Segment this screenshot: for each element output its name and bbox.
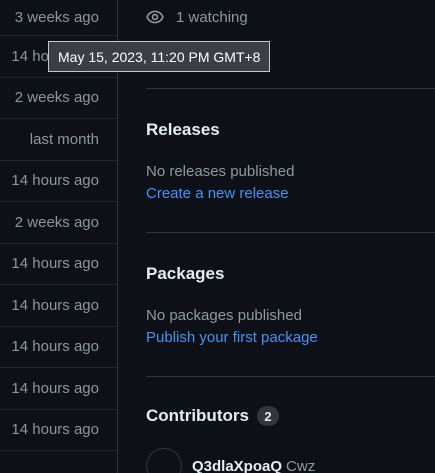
repo-page: 3 weeks ago 14 hours ago 2 weeks ago las… [0,0,435,473]
commit-time[interactable]: 14 hours ago [0,161,117,202]
commit-time-label: 14 hours ago [11,172,99,190]
avatar[interactable] [146,448,182,473]
contributor-item[interactable]: Q3dlaXpoaQ Cwz [146,448,315,473]
no-releases-text: No releases published [146,163,295,180]
commit-time-label: 14 hours ago [11,296,99,314]
releases-heading[interactable]: Releases [146,120,220,140]
contributors-heading[interactable]: Contributors 2 [146,406,279,426]
no-packages-text: No packages published [146,307,302,324]
commit-time[interactable]: 14 hours ago [0,244,117,285]
commit-time-label: last month [29,130,99,148]
commit-time[interactable]: 14 hours ago [0,368,117,410]
commit-time[interactable]: 14 hours ago [0,285,117,327]
commit-time-label: 14 hours ago [11,421,99,439]
releases-title: Releases [146,120,220,139]
commit-time-label: 14 hours ago [11,338,99,356]
commit-time[interactable]: 2 weeks ago [0,78,117,119]
contributor-login-text: Q3dlaXpoaQ [192,458,283,473]
commit-time-label: 3 weeks ago [14,9,99,26]
timestamp-tooltip: May 15, 2023, 11:20 PM GMT+8 [48,41,271,72]
contributors-count-badge: 2 [256,406,279,426]
commit-time-label: 14 hours ago [11,379,99,397]
commit-time[interactable]: 14 hours ago [0,410,117,451]
packages-title: Packages [146,264,225,283]
commit-time[interactable]: 3 weeks ago [0,0,117,36]
publish-package-link[interactable]: Publish your first package [146,329,318,346]
section-divider [146,88,435,89]
section-divider [146,232,435,233]
watching-count: 1 watching [176,8,248,26]
create-release-link[interactable]: Create a new release [146,185,289,202]
commit-time-label: 2 weeks ago [14,213,99,231]
section-divider [146,376,435,377]
commit-time-label: 2 weeks ago [14,89,99,107]
commit-time[interactable]: 14 hours ago [0,327,117,368]
commit-time-label: 14 hours ago [11,255,99,273]
contributor-display-name: Cwz [286,458,316,473]
contributor-login[interactable]: Q3dlaXpoaQ Cwz [192,458,315,473]
eye-icon [146,10,164,24]
watching-link[interactable]: 1 watching [146,8,248,26]
commit-time[interactable]: last month [0,119,117,161]
commit-time[interactable]: 2 weeks ago [0,202,117,244]
contributors-title: Contributors [146,406,249,425]
packages-heading[interactable]: Packages [146,264,224,284]
